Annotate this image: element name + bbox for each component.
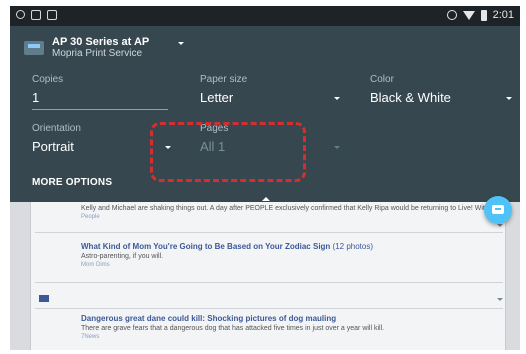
printer-name: AP 30 Series at AP — [52, 36, 150, 48]
printer-text: AP 30 Series at AP Mopria Print Service — [52, 36, 149, 60]
article-1-snippet: Kelly and Michael are shaking things out… — [81, 205, 491, 212]
print-button[interactable] — [484, 196, 512, 224]
divider — [35, 282, 503, 283]
paper-size-dropdown-icon[interactable] — [334, 97, 340, 100]
copies-label: Copies — [32, 74, 64, 85]
print-icon — [492, 205, 504, 214]
paper-size-select[interactable]: Letter — [200, 90, 233, 105]
article-3-snippet: There are grave fears that a dangerous d… — [81, 325, 385, 332]
article-3-source: 7News — [81, 334, 100, 340]
print-options-panel: AP 30 Series at AP Mopria Print Service … — [10, 26, 520, 202]
battery-icon — [480, 9, 487, 21]
article-1: Kelly and Michael are shaking things out… — [81, 204, 491, 221]
article-3-chevron-icon — [497, 298, 503, 301]
printer-service: Mopria Print Service — [52, 48, 143, 59]
copies-input[interactable]: 1 — [32, 90, 39, 105]
divider — [35, 308, 503, 309]
article-2-title: What Kind of Mom You're Going to Be Base… — [81, 242, 491, 252]
article-2-snippet: Astro-parenting, if you will. — [81, 253, 164, 260]
system-icons: 2:01 — [446, 9, 514, 21]
notification-icons — [16, 10, 57, 20]
clock: 2:01 — [492, 9, 514, 21]
mail-icon — [39, 295, 49, 302]
printer-icon — [24, 41, 44, 55]
download-notification-icon — [47, 10, 57, 20]
image-notification-icon — [31, 10, 41, 20]
divider — [35, 232, 503, 233]
collapse-panel-icon[interactable] — [262, 197, 270, 201]
copies-underline — [32, 109, 168, 110]
article-1-source: People — [81, 214, 100, 220]
color-dropdown-icon[interactable] — [506, 97, 512, 100]
document-preview: Kelly and Michael are shaking things out… — [30, 202, 506, 350]
orientation-select[interactable]: Portrait — [32, 139, 74, 154]
print-screen: 2:01 AP 30 Series at AP Mopria Print Ser… — [10, 6, 520, 350]
paper-size-label: Paper size — [200, 74, 248, 85]
orientation-label: Orientation — [32, 123, 81, 134]
more-options-button[interactable]: MORE OPTIONS — [32, 177, 112, 188]
color-label: Color — [370, 74, 394, 85]
pages-dropdown-icon[interactable] — [334, 146, 340, 149]
article-2-title-text: What Kind of Mom You're Going to Be Base… — [81, 242, 331, 251]
printer-selector[interactable]: AP 30 Series at AP Mopria Print Service — [24, 36, 149, 60]
app-notification-icon — [16, 10, 25, 19]
wifi-icon — [462, 10, 475, 20]
article-1-chevron-icon — [497, 224, 503, 227]
sync-icon — [446, 10, 457, 20]
status-bar: 2:01 — [10, 6, 520, 26]
pages-highlight-box — [150, 122, 306, 182]
article-2-source: Mom Dims — [81, 262, 110, 268]
article-2: What Kind of Mom You're Going to Be Base… — [81, 242, 491, 269]
color-select[interactable]: Black & White — [370, 90, 451, 105]
printer-dropdown-icon[interactable] — [178, 42, 184, 45]
article-2-photo-count: (12 photos) — [332, 242, 374, 251]
article-3-title: Dangerous great dane could kill: Shockin… — [81, 314, 337, 323]
article-3: Dangerous great dane could kill: Shockin… — [81, 314, 491, 341]
